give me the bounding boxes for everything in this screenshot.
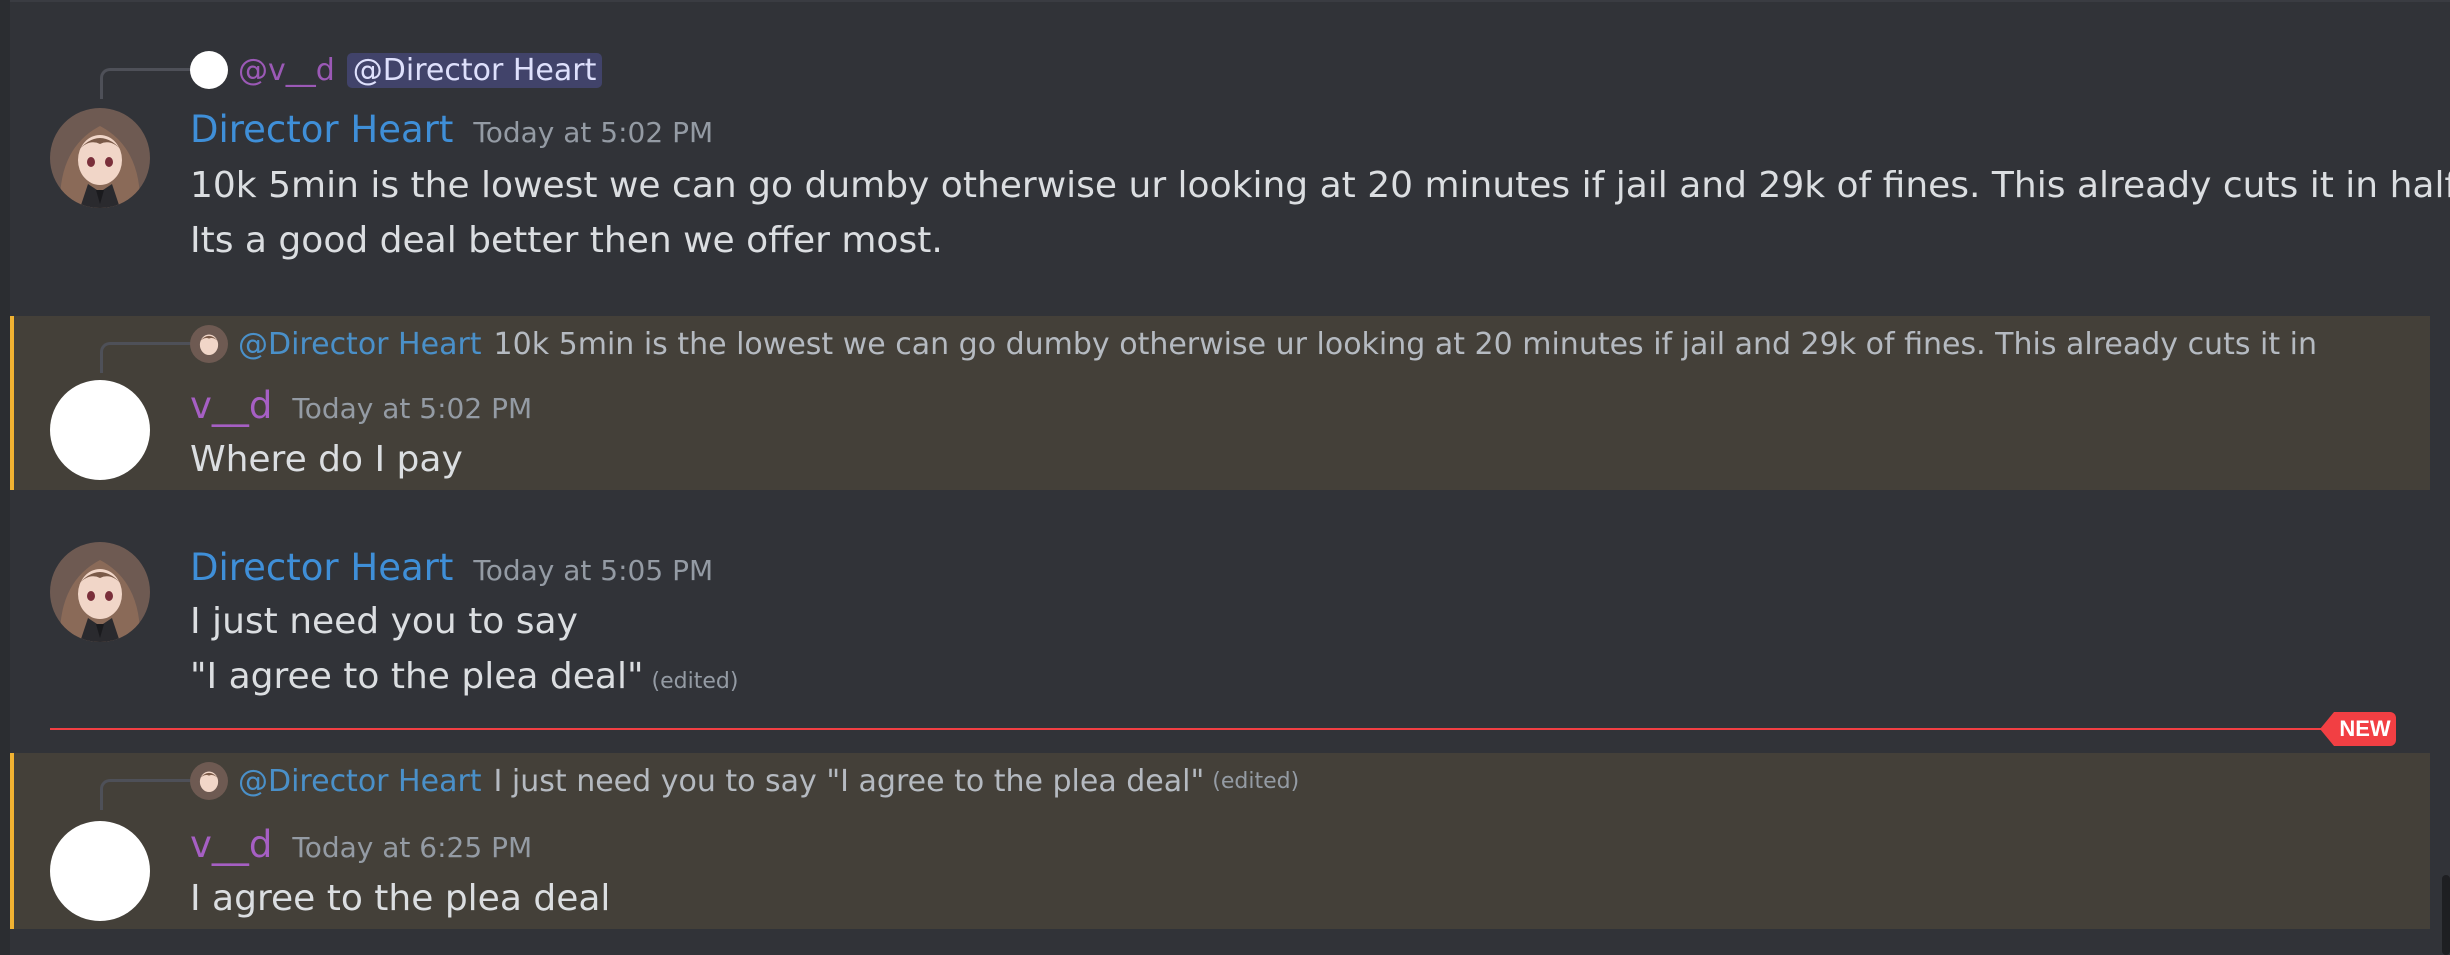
new-messages-divider <box>50 728 2392 730</box>
timestamp[interactable]: Today at 5:02 PM <box>292 392 532 425</box>
message-header: Director Heart Today at 5:02 PM <box>190 108 713 151</box>
anime-girl-avatar-icon[interactable] <box>50 542 150 642</box>
reply-edited-tag: (edited) <box>1212 768 1300 794</box>
message-2[interactable]: @Director Heart 10k 5min is the lowest w… <box>10 316 2430 490</box>
reply-author[interactable]: @Director Heart <box>238 764 482 799</box>
reply-preview[interactable]: @Director Heart 10k 5min is the lowest w… <box>190 322 2320 366</box>
message-line: I agree to the plea deal <box>190 878 611 919</box>
message-1[interactable]: @v__d @Director Heart Director Heart Tod… <box>10 28 2450 273</box>
message-content: I agree to the plea deal <box>190 871 610 926</box>
anime-girl-avatar-icon[interactable] <box>50 108 150 208</box>
timestamp[interactable]: Today at 5:02 PM <box>473 116 713 149</box>
reply-text[interactable]: I just need you to say "I agree to the p… <box>494 764 1205 799</box>
new-badge-label: NEW <box>2334 712 2396 746</box>
default-white-avatar-icon[interactable] <box>50 821 150 921</box>
author-name[interactable]: v__d <box>190 384 272 427</box>
edited-tag: (edited) <box>651 669 739 694</box>
reply-avatar-icon <box>190 762 228 800</box>
message-line: Where do I pay <box>190 439 463 480</box>
message-header: Director Heart Today at 5:05 PM <box>190 546 713 589</box>
author-name[interactable]: v__d <box>190 823 272 866</box>
message-line-edited: "I agree to the plea deal" (edited) <box>190 649 738 709</box>
new-badge-arrow <box>2320 712 2334 746</box>
message-line: Its a good deal better then we offer mos… <box>190 220 943 261</box>
message-header: v__d Today at 6:25 PM <box>190 823 532 866</box>
author-name[interactable]: Director Heart <box>190 108 453 151</box>
message-4[interactable]: @Director Heart I just need you to say "… <box>10 753 2430 929</box>
scrollbar-thumb[interactable] <box>2442 875 2450 955</box>
reply-connector <box>100 779 193 810</box>
reply-connector <box>100 68 193 99</box>
reply-text[interactable]: 10k 5min is the lowest we can go dumby o… <box>494 327 2320 362</box>
new-badge: NEW <box>2320 712 2396 746</box>
reply-preview[interactable]: @Director Heart I just need you to say "… <box>190 759 1299 803</box>
reply-mention[interactable]: @Director Heart <box>346 52 603 88</box>
default-white-avatar-icon[interactable] <box>50 380 150 480</box>
message-3[interactable]: Director Heart Today at 5:05 PM I just n… <box>10 530 2430 705</box>
reply-author[interactable]: @v__d <box>238 53 335 88</box>
top-separator <box>10 0 2450 2</box>
reply-author[interactable]: @Director Heart <box>238 327 482 362</box>
message-text: "I agree to the plea deal" <box>190 656 644 697</box>
channel-left-edge <box>0 0 10 955</box>
reply-avatar-icon <box>190 325 228 363</box>
message-content: 10k 5min is the lowest we can go dumby o… <box>190 158 2450 268</box>
message-line: I just need you to say <box>190 601 578 642</box>
message-content: Where do I pay <box>190 432 463 487</box>
message-header: v__d Today at 5:02 PM <box>190 384 532 427</box>
timestamp[interactable]: Today at 5:05 PM <box>473 554 713 587</box>
timestamp[interactable]: Today at 6:25 PM <box>292 831 532 864</box>
message-content: I just need you to say "I agree to the p… <box>190 594 738 709</box>
reply-connector <box>100 342 193 373</box>
reply-avatar-icon <box>190 51 228 89</box>
reply-preview[interactable]: @v__d @Director Heart <box>190 48 603 92</box>
author-name[interactable]: Director Heart <box>190 546 453 589</box>
message-line: 10k 5min is the lowest we can go dumby o… <box>190 165 2450 206</box>
